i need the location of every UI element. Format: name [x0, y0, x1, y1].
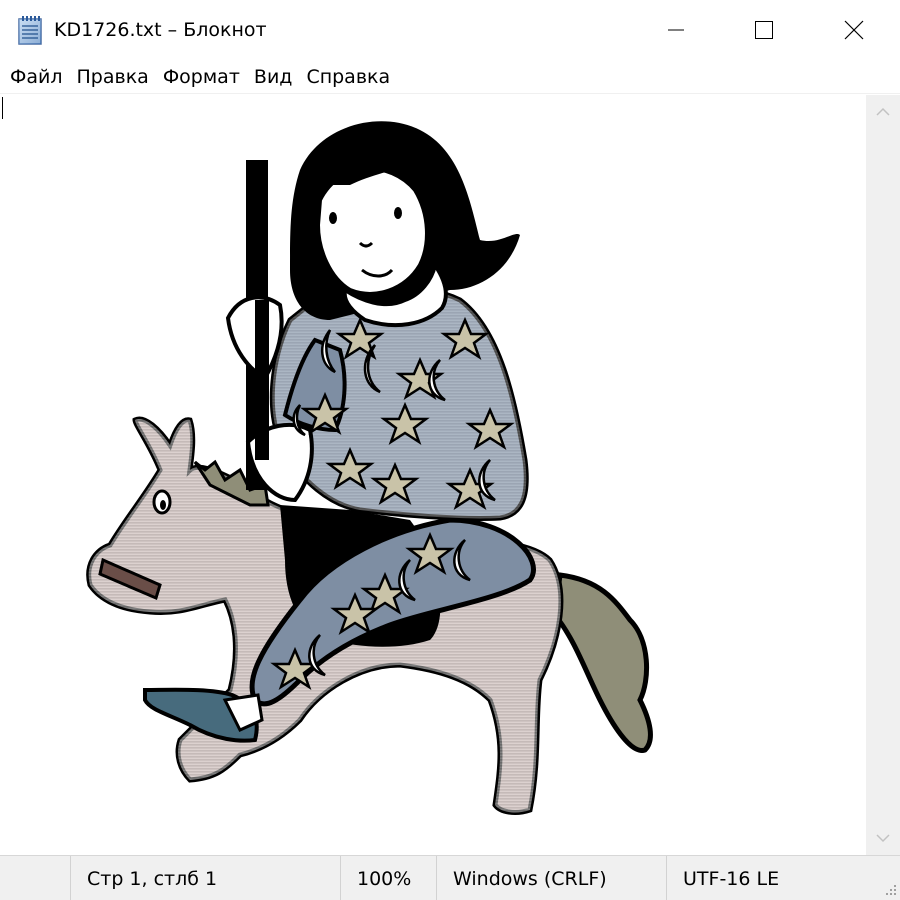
status-bar: Стр 1, стлб 1 100% Windows (CRLF) UTF-16… — [0, 855, 900, 900]
text-editor-area[interactable] — [0, 95, 866, 855]
maximize-button[interactable] — [718, 0, 810, 60]
vertical-scrollbar[interactable] — [866, 95, 900, 855]
resize-grip-icon[interactable] — [882, 882, 898, 898]
chevron-down-icon — [876, 834, 890, 843]
menu-file[interactable]: Файл — [3, 64, 70, 90]
notepad-icon — [16, 15, 44, 45]
close-icon — [844, 20, 864, 40]
scroll-down-button[interactable] — [866, 821, 900, 855]
menu-format[interactable]: Формат — [156, 64, 247, 90]
menu-help[interactable]: Справка — [299, 64, 397, 90]
minimize-icon — [668, 29, 684, 31]
menu-bar: Файл Правка Формат Вид Справка — [0, 60, 900, 94]
cursor-position: Стр 1, стлб 1 — [70, 856, 340, 900]
ascii-art-illustration — [86, 121, 653, 815]
chevron-up-icon — [876, 107, 890, 116]
title-bar[interactable]: KD1726.txt – Блокнот — [0, 0, 900, 60]
line-ending: Windows (CRLF) — [436, 856, 666, 900]
window-title: KD1726.txt – Блокнот — [54, 19, 267, 41]
menu-view[interactable]: Вид — [247, 64, 300, 90]
close-button[interactable] — [808, 0, 900, 60]
zoom-level: 100% — [340, 856, 436, 900]
menu-edit[interactable]: Правка — [70, 64, 156, 90]
maximize-icon — [755, 21, 773, 39]
minimize-button[interactable] — [630, 0, 722, 60]
text-caret — [2, 97, 3, 119]
scroll-up-button[interactable] — [866, 95, 900, 129]
encoding: UTF-16 LE — [666, 856, 866, 900]
